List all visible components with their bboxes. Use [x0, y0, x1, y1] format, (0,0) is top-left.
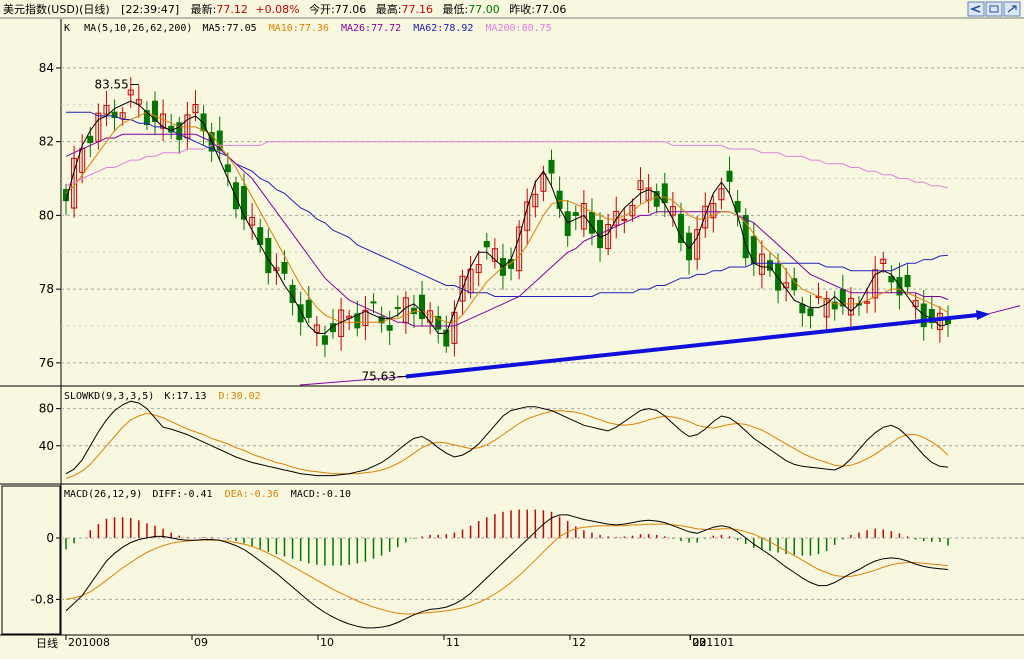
high-annotation: 83.55 — [94, 78, 128, 92]
macd-tick-label: -0.8 — [31, 592, 54, 606]
svg-text:K MA(5,10,26,62,200): K MA(5,10,26,62,200) MA5:77.05 MA10:77.3… — [64, 23, 552, 34]
high-value: 77.16 — [402, 3, 434, 16]
trendline-extension — [987, 305, 1021, 315]
prev-close-label: 昨收: — [509, 2, 535, 16]
x-tick-label: 09 — [194, 636, 208, 649]
price-tick-label: 76 — [39, 356, 54, 370]
x-tick-label: 11 — [446, 636, 460, 649]
candle-body — [386, 325, 393, 331]
candle-body — [661, 183, 668, 204]
candle-body — [483, 240, 490, 248]
panel-selector-box — [1, 485, 61, 635]
k-line — [65, 400, 949, 477]
dea-legend: DEA:-0.36 — [225, 489, 279, 500]
open-value: 77.06 — [335, 3, 367, 16]
candle-body — [548, 159, 555, 174]
price-tick-label: 80 — [39, 208, 54, 222]
ma62-legend: MA62:78.92 — [413, 23, 473, 34]
ma26-legend: MA26:77.72 — [341, 23, 401, 34]
price-tick-label: 82 — [39, 135, 54, 149]
macd-tick-label: 0 — [46, 531, 54, 545]
candle-body — [232, 182, 239, 210]
low-value: 77.00 — [468, 3, 500, 16]
change-value: +0.08% — [255, 3, 299, 16]
candle-body — [726, 170, 733, 182]
candle-body — [419, 294, 426, 320]
candle-body — [572, 212, 579, 216]
instrument-title: 美元指数(USD)(日线) — [3, 2, 110, 16]
candle-body — [904, 274, 911, 288]
macd-indicator-label: MACD(26,12,9) — [64, 489, 142, 500]
x-tick-label: 201008 — [68, 636, 110, 649]
svg-text:美元指数(USD)(日线) [22:39:47]: 美元指数(USD)(日线) [22:39:47] 最新:77.12 +0.08%… — [3, 2, 566, 16]
period-label: 日线 — [36, 636, 58, 650]
x-tick-label: 03 — [692, 636, 706, 649]
candle-body — [807, 308, 814, 317]
candle-body — [305, 299, 312, 318]
ma10-legend: MA10:77.36 — [269, 23, 329, 34]
candle-body — [87, 135, 94, 144]
x-tick-label: 12 — [572, 636, 586, 649]
last-label: 最新: — [191, 2, 217, 16]
open-label: 今开: — [309, 2, 335, 16]
candle-body — [281, 261, 288, 274]
low-label: 最低: — [443, 3, 469, 16]
chart-window: 美元指数(USD)(日线) [22:39:47] 最新:77.12 +0.08%… — [0, 0, 1024, 659]
svg-text:MACD(26,12,9) DIFF:-0.41: MACD(26,12,9) DIFF:-0.41 DEA:-0.36 MACD:… — [64, 489, 351, 500]
restore-icon[interactable] — [985, 1, 1003, 17]
price-series-label: K — [64, 23, 70, 34]
prev-close-value: 77.06 — [535, 3, 567, 16]
candle-body — [370, 301, 377, 304]
candle-body — [556, 190, 563, 209]
diff-line — [65, 514, 949, 629]
candle-body — [321, 335, 328, 345]
candle-body — [564, 211, 571, 237]
kd-indicator-label: SLOWKD(9,3,3,5) — [64, 391, 154, 402]
ma5-legend: MA5:77.05 — [202, 23, 256, 34]
back-icon[interactable] — [967, 1, 985, 17]
low-annotation: 75.63 — [361, 370, 395, 384]
d-legend: D:30.02 — [219, 391, 261, 402]
macd-legend: MACD:-0.10 — [291, 489, 351, 500]
clock: [22:39:47] — [121, 3, 179, 16]
last-value: 77.12 — [216, 3, 248, 16]
candle-body — [799, 303, 806, 314]
diff-legend: DIFF:-0.41 — [152, 489, 212, 500]
high-label: 最高: — [376, 2, 402, 16]
candle-body — [588, 211, 595, 234]
svg-text:SLOWKD(9,3,3,5) K:17.13: SLOWKD(9,3,3,5) K:17.13 D:30.02 — [64, 391, 261, 402]
ma200-legend: MA200:80.75 — [485, 23, 551, 34]
candle-body — [394, 307, 401, 310]
candle-body — [224, 164, 231, 173]
ma200-line — [65, 141, 949, 189]
kd-tick-label: 40 — [39, 439, 54, 453]
ma10-line — [65, 111, 949, 323]
ma62-line — [66, 111, 949, 297]
trendline-arrowhead — [976, 309, 990, 320]
candle-body — [791, 278, 798, 291]
k-legend: K:17.13 — [164, 391, 206, 402]
stock-chart: 美元指数(USD)(日线) [22:39:47] 最新:77.12 +0.08%… — [0, 0, 1024, 650]
kd-tick-label: 80 — [39, 402, 54, 416]
x-tick-label: 10 — [320, 636, 334, 649]
ma-indicator-label: MA(5,10,26,62,200) — [84, 23, 192, 34]
price-tick-label: 78 — [39, 282, 54, 296]
maximize-icon[interactable] — [1003, 1, 1021, 17]
trendline — [405, 312, 979, 379]
price-tick-label: 84 — [39, 61, 54, 75]
candle-body — [621, 218, 628, 221]
